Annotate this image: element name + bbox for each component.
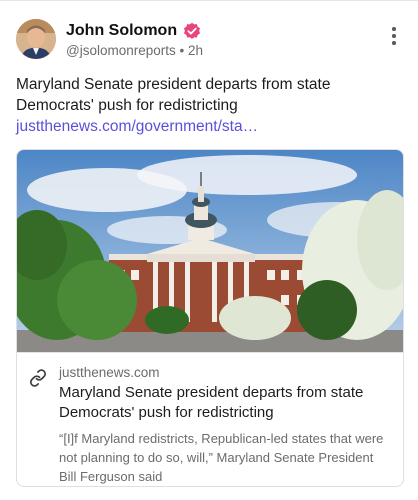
post-header: John Solomon @jsolomonreports • 2h (16, 19, 402, 63)
author-meta: @jsolomonreports • 2h (66, 43, 203, 58)
more-options-icon[interactable] (390, 27, 398, 49)
post-time: 2h (188, 43, 204, 58)
link-icon (30, 369, 46, 387)
meta-separator: • (179, 43, 185, 58)
author-handle[interactable]: @jsolomonreports (66, 43, 176, 58)
link-preview-meta: justthenews.com Maryland Senate presiden… (17, 352, 403, 486)
verified-badge-icon (184, 22, 201, 39)
avatar[interactable] (16, 19, 56, 59)
link-preview-image[interactable] (17, 150, 403, 352)
link-description: “[I]f Maryland redistricts, Republican-l… (59, 431, 384, 484)
link-preview-card[interactable]: justthenews.com Maryland Senate presiden… (16, 149, 404, 487)
post-text-content: Maryland Senate president departs from s… (16, 76, 331, 114)
avatar-image (16, 19, 56, 59)
link-title[interactable]: Maryland Senate president departs from s… (59, 383, 389, 423)
link-domain: justthenews.com (59, 365, 160, 380)
post[interactable]: John Solomon @jsolomonreports • 2h Maryl… (0, 0, 418, 500)
author-name[interactable]: John Solomon (66, 22, 177, 40)
post-text: Maryland Senate president departs from s… (16, 74, 396, 137)
post-link[interactable]: justthenews.com/government/sta… (16, 118, 258, 135)
